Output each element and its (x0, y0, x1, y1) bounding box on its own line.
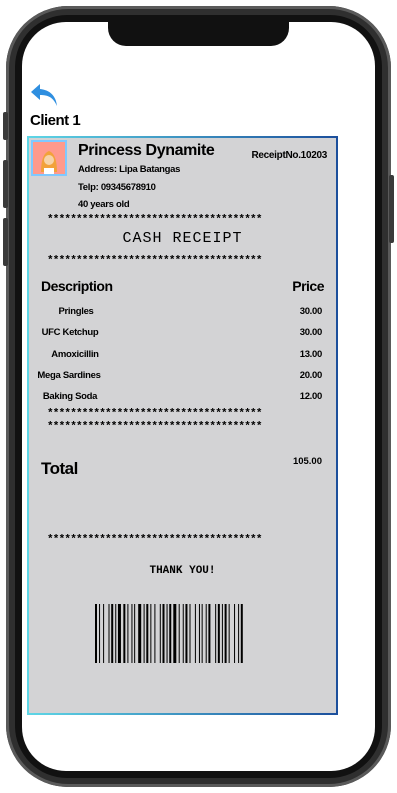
item-price: 13.00 (299, 349, 323, 360)
receipt-number: ReceiptNo.10203 (251, 150, 327, 161)
back-arrow-icon[interactable] (29, 82, 59, 108)
item-description: Pringles (58, 306, 94, 317)
total-value: 105.00 (292, 456, 322, 467)
item-description: Baking Soda (42, 391, 98, 402)
receipt-title: CASH RECEIPT (122, 230, 243, 247)
item-price: 12.00 (299, 391, 323, 402)
divider: ************************************* (47, 534, 262, 546)
description-header: Description (41, 278, 113, 294)
avatar (31, 140, 67, 176)
item-description: UFC Ketchup (41, 327, 99, 338)
customer-age: 40 years old (78, 199, 130, 210)
customer-phone: Telp: 09345678910 (78, 182, 156, 193)
client-label: Client 1 (30, 112, 81, 129)
avatar-image (33, 142, 65, 174)
divider: ************************************* (47, 214, 262, 226)
customer-address: Address: Lipa Batangas (78, 164, 181, 175)
price-header: Price (292, 278, 324, 294)
item-price: 30.00 (299, 306, 323, 317)
phone-side-button (389, 175, 394, 243)
barcode-icon (95, 604, 243, 663)
phone-side-button (3, 218, 8, 266)
item-price: 20.00 (299, 370, 323, 381)
divider: ************************************* (47, 255, 262, 267)
divider: ************************************* (47, 421, 262, 433)
customer-name: Princess Dynamite (78, 142, 215, 159)
phone-notch (108, 22, 289, 46)
receipt-card: Princess Dynamite ReceiptNo.10203 Addres… (27, 136, 338, 715)
item-description: Mega Sardines (37, 370, 101, 381)
item-description: Amoxicillin (51, 349, 99, 360)
phone-side-button (3, 112, 8, 140)
divider: ************************************* (47, 408, 262, 420)
item-price: 30.00 (299, 327, 323, 338)
phone-side-button (3, 160, 8, 208)
total-label: Total (41, 459, 78, 478)
thank-you-text: THANK YOU! (149, 565, 216, 577)
